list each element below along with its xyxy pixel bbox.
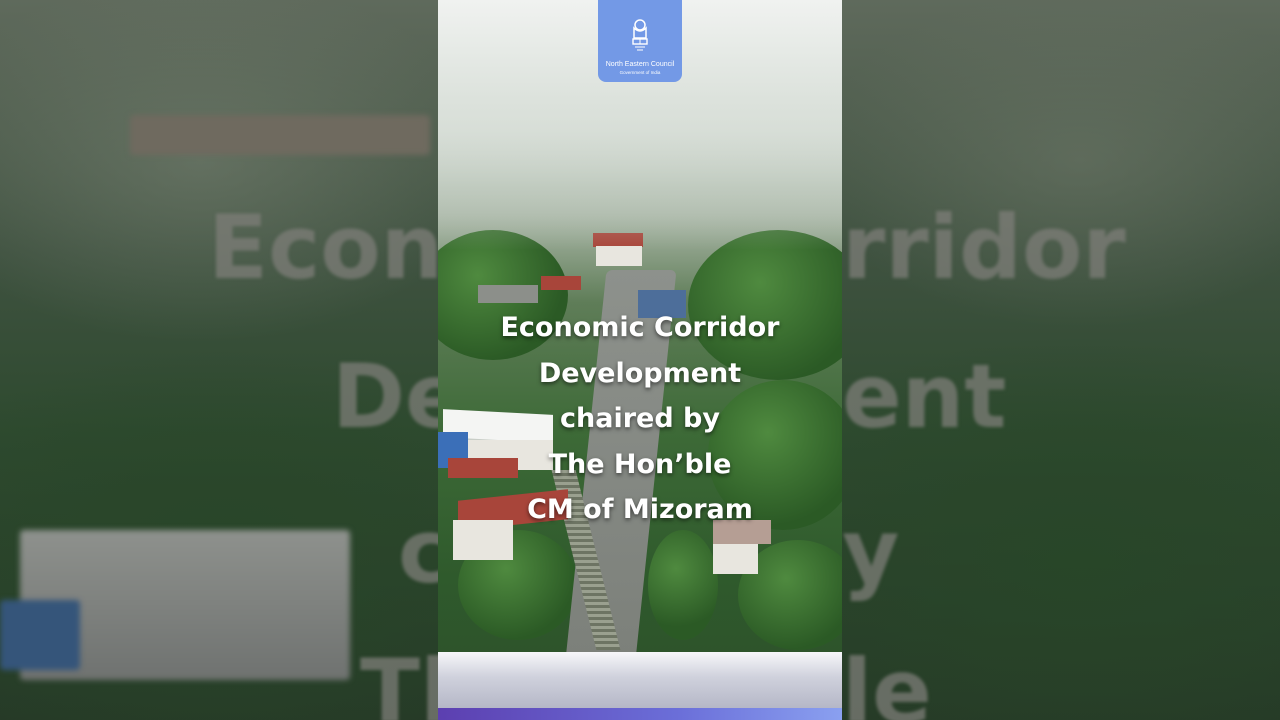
bottom-progress-bar: [438, 708, 842, 720]
logo-subtitle: Government of India: [619, 70, 661, 75]
caption-line: Economic Corridor: [500, 312, 780, 343]
logo-title: North Eastern Council: [605, 61, 675, 68]
background-blue-tarp: [0, 600, 80, 670]
caption-line: The Hon’ble: [548, 448, 732, 480]
background-roof-top: [130, 115, 430, 155]
tree-cluster: [648, 530, 718, 640]
bottom-banner: [438, 652, 842, 708]
grey-roof-house: [478, 285, 538, 303]
national-emblem-icon: [632, 19, 648, 51]
caption-line: Development: [538, 357, 742, 389]
video-caption: Economic Corridor Development chaired by…: [438, 305, 842, 533]
house-wall: [713, 544, 758, 574]
caption-line: CM of Mizoram: [527, 494, 753, 525]
red-roof-house: [541, 276, 581, 290]
north-eastern-council-logo: North Eastern Council Government of Indi…: [598, 0, 682, 82]
caption-line: chaired by: [560, 403, 720, 434]
